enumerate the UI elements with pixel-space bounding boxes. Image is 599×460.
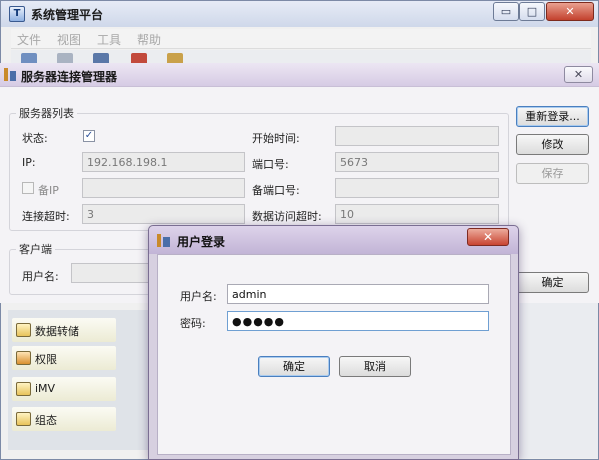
relogin-button[interactable]: 重新登录... (516, 106, 589, 127)
ip-field[interactable]: 192.168.198.1 (82, 152, 245, 172)
status-label: 状态: (22, 132, 48, 145)
login-title-bar[interactable]: 用户登录 ✕ (149, 226, 518, 254)
nav-item-data-dump[interactable]: 数据转储 (12, 318, 116, 342)
app-icon: T (9, 6, 25, 22)
port-label: 端口号: (252, 158, 289, 171)
backup-ip-field[interactable] (82, 178, 245, 198)
client-username-label: 用户名: (22, 270, 59, 283)
start-time-label: 开始时间: (252, 132, 300, 145)
save-button[interactable]: 保存 (516, 163, 589, 184)
login-dialog-icon (157, 234, 170, 247)
login-ok-button[interactable]: 确定 (258, 356, 330, 377)
nav-item-config[interactable]: 组态 (12, 407, 116, 431)
status-checkbox[interactable]: ✓ (83, 130, 95, 142)
nav-item-label: iMV (35, 382, 56, 395)
server-manager-title: 服务器连接管理器 (21, 70, 118, 84)
backup-ip-checkbox[interactable] (22, 182, 34, 194)
data-timeout-field[interactable]: 10 (335, 204, 499, 224)
nav-item-permissions[interactable]: 权限 (12, 346, 116, 370)
menu-help[interactable]: 帮助 (137, 31, 161, 48)
menu-tools[interactable]: 工具 (97, 31, 121, 48)
port-field[interactable]: 5673 (335, 152, 499, 172)
login-password-label: 密码: (180, 317, 206, 330)
menu-bar: 文件 视图 工具 帮助 (11, 29, 591, 49)
login-dialog: 用户登录 ✕ 用户名: admin 密码: ●●●●● 确定 取消 (148, 225, 519, 460)
ip-label: IP: (22, 156, 36, 169)
menu-file[interactable]: 文件 (17, 31, 41, 48)
nav-item-label: 组态 (35, 414, 57, 427)
data-dump-icon (16, 323, 31, 337)
connect-timeout-label: 连接超时: (22, 210, 70, 223)
connect-timeout-field[interactable]: 3 (82, 204, 245, 224)
nav-item-label: 数据转储 (35, 325, 79, 338)
nav-panel: 数据转储 权限 iMV 组态 (8, 310, 148, 450)
login-username-input[interactable]: admin (227, 284, 489, 304)
client-username-field[interactable] (71, 263, 151, 283)
server-manager-close-button[interactable]: ✕ (564, 66, 593, 83)
main-title-bar[interactable]: T 系统管理平台 ▭ □ ✕ (1, 1, 598, 27)
data-timeout-label: 数据访问超时: (252, 210, 322, 223)
main-close-button[interactable]: ✕ (546, 2, 594, 21)
backup-port-label: 备端口号: (252, 184, 300, 197)
server-manager-title-bar[interactable]: 服务器连接管理器 ✕ (0, 63, 599, 87)
main-window-title: 系统管理平台 (31, 8, 104, 22)
login-cancel-button[interactable]: 取消 (339, 356, 411, 377)
client-group-label: 客户端 (16, 241, 55, 257)
login-dialog-title: 用户登录 (177, 235, 226, 249)
config-icon (16, 412, 31, 426)
start-time-field[interactable] (335, 126, 499, 146)
modify-button[interactable]: 修改 (516, 134, 589, 155)
server-list-group-label: 服务器列表 (16, 105, 77, 121)
login-body: 用户名: admin 密码: ●●●●● 确定 取消 (157, 254, 511, 455)
backup-port-field[interactable] (335, 178, 499, 198)
server-ok-button[interactable]: 确定 (516, 272, 589, 293)
minimize-button[interactable]: ▭ (493, 2, 519, 21)
backup-ip-label: 备IP (38, 184, 59, 197)
workspace-area (520, 303, 598, 458)
login-username-label: 用户名: (180, 290, 217, 303)
login-close-button[interactable]: ✕ (467, 228, 509, 246)
maximize-button[interactable]: □ (519, 2, 545, 21)
imv-icon (16, 382, 31, 396)
nav-item-label: 权限 (35, 353, 57, 366)
menu-view[interactable]: 视图 (57, 31, 81, 48)
server-manager-icon (4, 68, 16, 81)
login-password-input[interactable]: ●●●●● (227, 311, 489, 331)
nav-item-imv[interactable]: iMV (12, 377, 116, 401)
users-icon (16, 351, 31, 365)
